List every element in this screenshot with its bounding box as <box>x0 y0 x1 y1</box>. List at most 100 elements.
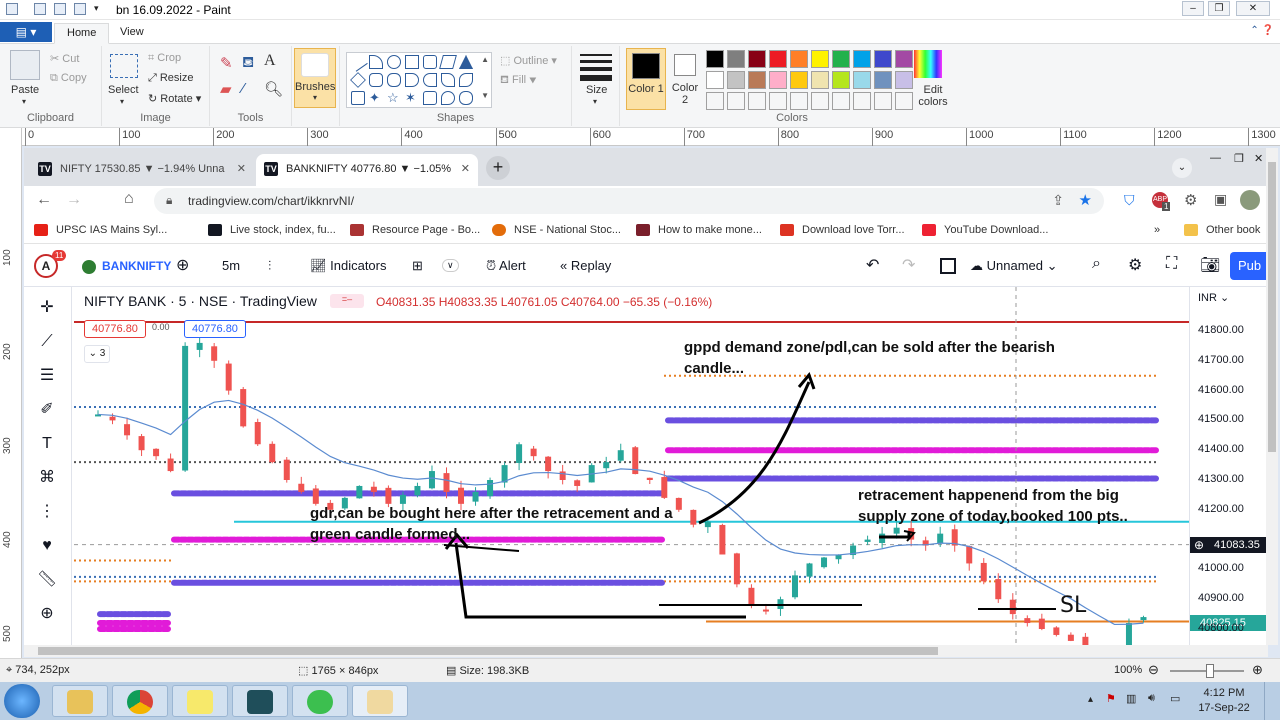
settings-icon[interactable]: ⚙ <box>1128 255 1142 275</box>
bookmark-how-to-make-money[interactable]: How to make mone... <box>636 224 762 237</box>
palette-swatch[interactable] <box>769 50 787 68</box>
publish-button[interactable]: Pub <box>1230 252 1268 280</box>
paint-app-icon[interactable] <box>6 3 18 15</box>
profile-avatar[interactable] <box>1240 190 1260 210</box>
interval-button[interactable]: 5m <box>222 258 240 273</box>
horizontal-scroll-thumb[interactable] <box>38 647 938 655</box>
show-desktop-button[interactable] <box>1264 682 1280 720</box>
palette-swatch[interactable] <box>811 71 829 89</box>
taskbar-whatsapp[interactable] <box>292 685 348 717</box>
omnibox[interactable]: 🔒︎ tradingview.com/chart/ikknrvNI/ ⇪ ★ <box>154 188 1104 214</box>
bookmark-live-stock[interactable]: Live stock, index, fu... <box>208 224 336 237</box>
palette-swatch[interactable] <box>706 50 724 68</box>
file-menu-button[interactable]: ▤ ▾ <box>0 22 52 42</box>
brushes-button[interactable]: Brushes ▾ <box>294 48 336 108</box>
compare-add-icon[interactable]: ⊕ <box>176 255 189 275</box>
close-button[interactable]: ✕ <box>1236 1 1270 16</box>
palette-swatch[interactable] <box>853 71 871 89</box>
canvas-horizontal-scrollbar[interactable] <box>24 645 1268 657</box>
crosshair-icon[interactable]: ✛ <box>36 297 58 319</box>
fill-bucket-icon[interactable]: ⛾ <box>242 54 254 73</box>
redo-icon[interactable]: ↷ <box>902 255 915 275</box>
fill-button[interactable]: ⛾ Fill ▾ <box>500 74 537 88</box>
alert-button[interactable]: ⏰︎ Alert <box>486 258 526 274</box>
paste-button[interactable]: Paste <box>11 84 39 96</box>
palette-swatch[interactable] <box>874 50 892 68</box>
outline-button[interactable]: ⬚ Outline ▾ <box>500 54 557 67</box>
browser-close-icon[interactable]: ✕ <box>1254 152 1263 165</box>
help-icon[interactable]: ⌃ ❓ <box>1250 25 1274 36</box>
taskbar-chrome[interactable] <box>112 685 168 717</box>
taskbar-paint[interactable] <box>352 685 408 717</box>
indicator-collapse[interactable]: ⌄ 3 <box>84 345 110 363</box>
zoom-slider-thumb[interactable] <box>1206 664 1214 678</box>
taskbar-app[interactable] <box>232 685 288 717</box>
taskbar-sticky-notes[interactable] <box>172 685 228 717</box>
empty-palette-swatch[interactable] <box>790 92 808 110</box>
empty-palette-swatch[interactable] <box>832 92 850 110</box>
color-picker-icon[interactable]: ⁄ <box>242 80 245 97</box>
empty-palette-swatch[interactable] <box>874 92 892 110</box>
palette-swatch[interactable] <box>811 50 829 68</box>
empty-palette-swatch[interactable] <box>748 92 766 110</box>
tab-home[interactable]: Home <box>54 23 110 44</box>
tab-search-icon[interactable]: ⌄ <box>1172 158 1192 178</box>
maximize-button[interactable]: ❐ <box>1208 1 1230 16</box>
search-icon[interactable]: ⌕ <box>1092 255 1101 273</box>
pencil-icon[interactable]: ✎ <box>220 54 233 72</box>
bookmark-nse[interactable]: NSE - National Stoc... <box>492 224 621 237</box>
symbol-search[interactable]: BANKNIFTY <box>82 258 171 274</box>
legend-toggle-icon[interactable]: =‒ <box>330 294 364 308</box>
palette-swatch[interactable] <box>895 71 913 89</box>
bookmark-resource-page[interactable]: Resource Page - Bo... <box>350 224 480 237</box>
taskbar-explorer[interactable] <box>52 685 108 717</box>
eraser-icon[interactable]: ▰ <box>220 80 232 98</box>
palette-swatch[interactable] <box>748 71 766 89</box>
palette-swatch[interactable] <box>706 71 724 89</box>
layout-icon[interactable] <box>940 258 956 274</box>
browser-minimize-icon[interactable]: — <box>1210 152 1221 164</box>
palette-swatch[interactable] <box>853 50 871 68</box>
bookmark-youtube-download[interactable]: YouTube Download... <box>922 224 1048 237</box>
trend-line-icon[interactable]: ⟋ <box>36 331 58 353</box>
new-tab-button[interactable]: + <box>486 156 510 180</box>
price-chart[interactable]: NIFTY BANK · 5 · NSE · TradingView =‒ O4… <box>74 287 1189 645</box>
indicators-button[interactable]: 📈︎ Indicators <box>310 258 387 274</box>
fullscreen-icon[interactable]: ⛶ <box>1166 255 1177 273</box>
undo-icon[interactable]: ↶ <box>866 255 879 275</box>
color2-button[interactable]: Color 2 <box>668 48 702 110</box>
text-tool-icon[interactable]: A <box>264 52 276 70</box>
ruler-icon[interactable]: 📏︎ <box>36 569 58 591</box>
pattern-icon[interactable]: ⌘ <box>36 467 58 489</box>
tray-battery-icon[interactable]: ▭ <box>1170 692 1180 705</box>
minimize-button[interactable]: – <box>1182 1 1204 16</box>
add-alert-icon[interactable]: ⊕ <box>1194 538 1204 552</box>
empty-palette-swatch[interactable] <box>811 92 829 110</box>
color1-button[interactable]: Color 1 <box>626 48 666 110</box>
edit-colors-button[interactable]: Edit colors <box>916 84 950 108</box>
sell-button[interactable]: 40776.80 <box>84 320 146 338</box>
extensions-puzzle-icon[interactable]: ⚙ <box>1184 191 1197 209</box>
palette-swatch[interactable] <box>727 50 745 68</box>
save-icon[interactable] <box>34 3 46 15</box>
close-tab-icon[interactable]: ✕ <box>237 154 246 184</box>
palette-swatch[interactable] <box>769 71 787 89</box>
browser-tab-nifty[interactable]: TV NIFTY 17530.85 ▼ −1.94% Unna ✕ <box>30 154 254 186</box>
empty-palette-swatch[interactable] <box>895 92 913 110</box>
palette-swatch[interactable] <box>832 50 850 68</box>
brush-icon[interactable]: ✐ <box>36 399 58 421</box>
zoom-out-icon[interactable]: ⊖ <box>1148 662 1159 678</box>
text-icon[interactable]: T <box>36 433 58 455</box>
customize-quick-access-icon[interactable]: ▾ <box>94 3 99 14</box>
palette-swatch[interactable] <box>874 71 892 89</box>
start-button[interactable] <box>4 684 40 718</box>
currency-selector[interactable]: INR ⌄ <box>1198 291 1229 304</box>
select-button[interactable]: Select <box>108 84 139 96</box>
tray-flag-icon[interactable]: ⚑ <box>1106 692 1116 705</box>
layout-name[interactable]: ☁ Unnamed ⌄ <box>970 258 1058 274</box>
crop-button[interactable]: ⌗ Crop <box>148 52 181 65</box>
home-icon[interactable]: ⌂ <box>124 190 134 208</box>
rotate-button[interactable]: ↻ Rotate ▾ <box>148 92 201 105</box>
tray-network-icon[interactable]: ▥ <box>1126 692 1136 705</box>
zoom-in-icon[interactable]: ⊕ <box>36 603 58 625</box>
